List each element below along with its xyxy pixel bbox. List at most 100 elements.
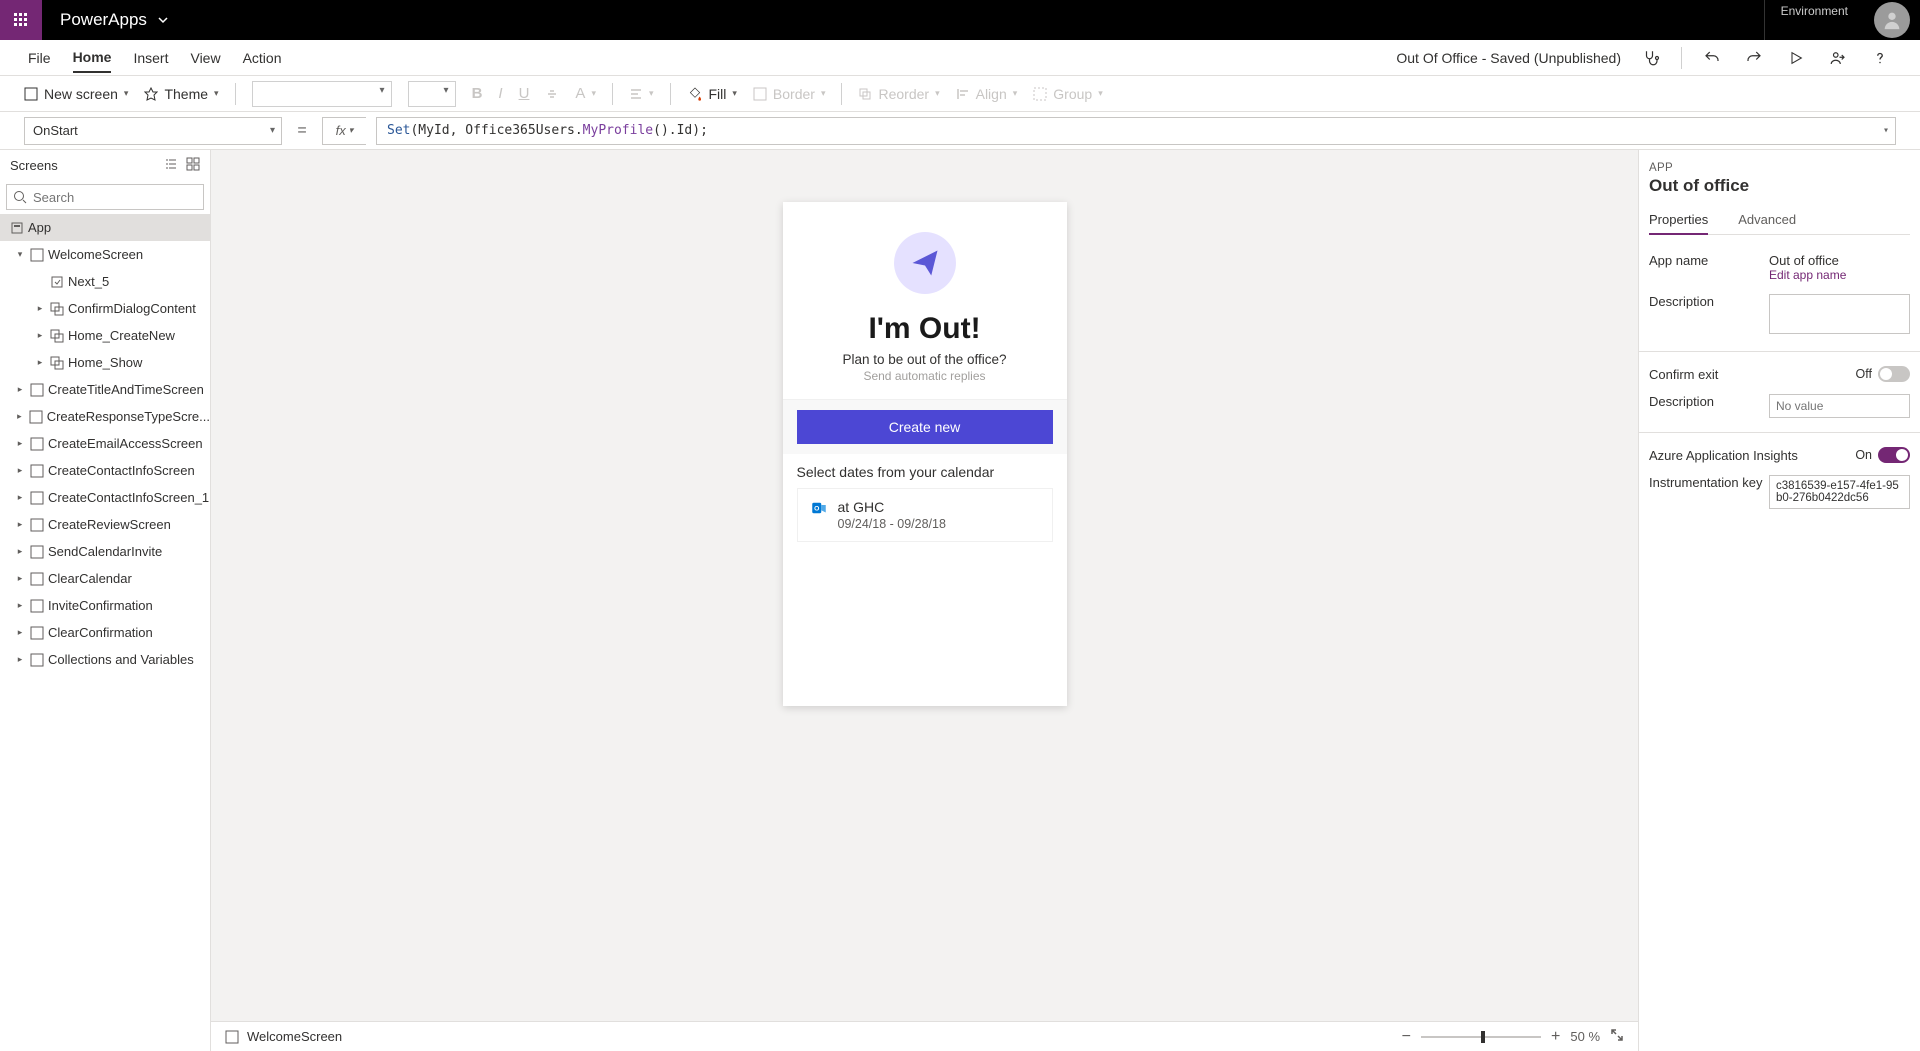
calendar-item[interactable]: O at GHC 09/24/18 - 09/28/18 xyxy=(797,488,1053,542)
zoom-out-button[interactable]: − xyxy=(1402,1028,1411,1046)
tab-properties[interactable]: Properties xyxy=(1649,206,1708,235)
edit-app-name-link[interactable]: Edit app name xyxy=(1769,268,1910,282)
formula-input[interactable]: Set(MyId, Office365Users.MyProfile().Id)… xyxy=(376,117,1896,145)
screen-icon xyxy=(30,491,44,505)
tree-item-label: ClearConfirmation xyxy=(48,625,153,640)
canvas-statusbar: WelcomeScreen − + 50 % xyxy=(211,1021,1638,1051)
bold-button[interactable]: B xyxy=(472,85,483,102)
tree-item[interactable]: ▸CreateResponseTypeScre... xyxy=(0,403,210,430)
zoom-in-button[interactable]: + xyxy=(1551,1028,1560,1046)
app-brand-label: PowerApps xyxy=(60,10,147,30)
font-family-dropdown[interactable] xyxy=(252,81,392,107)
tree-item[interactable]: ▸Home_CreateNew xyxy=(0,322,210,349)
screen-icon xyxy=(30,437,44,451)
menu-action[interactable]: Action xyxy=(243,44,282,72)
exit-description-input[interactable] xyxy=(1769,394,1910,418)
expand-icon xyxy=(1610,1028,1624,1042)
tree-item[interactable]: ▸CreateTitleAndTimeScreen xyxy=(0,376,210,403)
instrumentation-key-value[interactable]: c3816539-e157-4fe1-95b0-276b0422dc56 xyxy=(1769,475,1910,509)
avatar[interactable] xyxy=(1874,2,1910,38)
insights-toggle[interactable] xyxy=(1878,447,1910,463)
grid-icon xyxy=(186,157,200,171)
border-button[interactable]: Border ▾ xyxy=(753,86,826,102)
screen-icon xyxy=(30,599,44,613)
tree-item[interactable]: ▸ ClearConfirmation xyxy=(0,619,210,646)
menu-home[interactable]: Home xyxy=(73,43,112,73)
group-button[interactable]: Group ▾ xyxy=(1033,86,1102,102)
tree-item[interactable]: ▸Collections and Variables xyxy=(0,646,210,673)
tree-app-root[interactable]: App xyxy=(0,214,210,241)
create-new-button[interactable]: Create new xyxy=(797,410,1053,444)
tree-item[interactable]: ▸CreateReviewScreen xyxy=(0,511,210,538)
hero-subtitle2: Send automatic replies xyxy=(803,369,1047,383)
zoom-slider[interactable] xyxy=(1421,1036,1541,1038)
phone-preview[interactable]: I'm Out! Plan to be out of the office? S… xyxy=(783,202,1067,706)
description-label: Description xyxy=(1649,294,1769,309)
fit-button[interactable] xyxy=(1610,1028,1624,1045)
status-screen-name: WelcomeScreen xyxy=(247,1029,342,1044)
help-button[interactable] xyxy=(1868,46,1892,70)
thumbnail-view-button[interactable] xyxy=(186,157,200,174)
property-dropdown[interactable]: OnStart xyxy=(24,117,282,145)
tree-item-label: Home_CreateNew xyxy=(68,328,175,343)
chevron-icon: ▸ xyxy=(14,600,26,611)
screen-icon xyxy=(30,383,44,397)
tree-view-button[interactable] xyxy=(164,157,178,174)
chevron-down-icon xyxy=(157,14,169,26)
chevron-icon: ▸ xyxy=(34,303,46,314)
tree-item[interactable]: ▸ClearCalendar xyxy=(0,565,210,592)
strikethrough-button[interactable] xyxy=(545,87,559,101)
tree-panel: Screens App ▾WelcomeScreenNext_5▸Confirm… xyxy=(0,150,211,1051)
tree-item[interactable]: ▾WelcomeScreen xyxy=(0,241,210,268)
tree-item[interactable]: ▸CreateEmailAccessScreen xyxy=(0,430,210,457)
app-brand[interactable]: PowerApps xyxy=(42,10,187,30)
tree-item[interactable]: ▸CreateContactInfoScreen_1 xyxy=(0,484,210,511)
tab-advanced[interactable]: Advanced xyxy=(1738,206,1796,234)
new-screen-label: New screen xyxy=(44,86,118,102)
menu-file[interactable]: File xyxy=(28,44,51,72)
tree-item-label: CreateContactInfoScreen xyxy=(48,463,195,478)
equals-label: = xyxy=(292,122,312,140)
environment-label[interactable]: Environment xyxy=(1764,0,1864,40)
align-button[interactable]: Align ▾ xyxy=(956,86,1018,102)
waffle-menu[interactable] xyxy=(0,0,42,40)
chevron-icon: ▸ xyxy=(14,627,26,638)
calendar-item-title: at GHC xyxy=(838,499,1040,515)
app-name-value: Out of office xyxy=(1769,253,1910,268)
paper-plane-icon xyxy=(910,248,940,278)
font-color-button[interactable]: A▾ xyxy=(575,85,596,102)
confirm-exit-toggle[interactable] xyxy=(1878,366,1910,382)
tree-item[interactable]: ▸InviteConfirmation xyxy=(0,592,210,619)
tree-item[interactable]: ▸CreateContactInfoScreen xyxy=(0,457,210,484)
menu-insert[interactable]: Insert xyxy=(133,44,168,72)
outlook-icon: O xyxy=(810,499,828,517)
panel-section-label: APP xyxy=(1649,162,1910,174)
theme-button[interactable]: Theme ▾ xyxy=(144,86,218,102)
screen-icon xyxy=(30,626,44,640)
redo-button[interactable] xyxy=(1742,46,1766,70)
play-button[interactable] xyxy=(1784,46,1808,70)
svg-text:O: O xyxy=(814,505,819,512)
titlebar: PowerApps Environment xyxy=(0,0,1920,40)
border-label: Border xyxy=(773,86,815,102)
undo-button[interactable] xyxy=(1700,46,1724,70)
new-screen-button[interactable]: New screen ▾ xyxy=(24,86,128,102)
tree-item[interactable]: ▸Home_Show xyxy=(0,349,210,376)
italic-button[interactable]: I xyxy=(498,85,502,102)
description-input[interactable] xyxy=(1769,294,1910,334)
share-button[interactable] xyxy=(1826,46,1850,70)
fill-button[interactable]: Fill ▾ xyxy=(687,86,737,102)
tree-item[interactable]: ▸ConfirmDialogContent xyxy=(0,295,210,322)
tree-item[interactable]: Next_5 xyxy=(0,268,210,295)
reorder-button[interactable]: Reorder ▾ xyxy=(858,86,939,102)
fx-label[interactable]: fx▾ xyxy=(322,117,366,145)
property-value: OnStart xyxy=(33,123,78,138)
menu-view[interactable]: View xyxy=(190,44,220,72)
app-checker-button[interactable] xyxy=(1639,46,1663,70)
font-size-dropdown[interactable] xyxy=(408,81,456,107)
tree-item[interactable]: ▸SendCalendarInvite xyxy=(0,538,210,565)
underline-button[interactable]: U xyxy=(519,85,530,102)
text-align-button[interactable]: ▾ xyxy=(629,87,654,101)
search-input[interactable] xyxy=(6,184,204,210)
confirm-exit-label: Confirm exit xyxy=(1649,367,1718,382)
